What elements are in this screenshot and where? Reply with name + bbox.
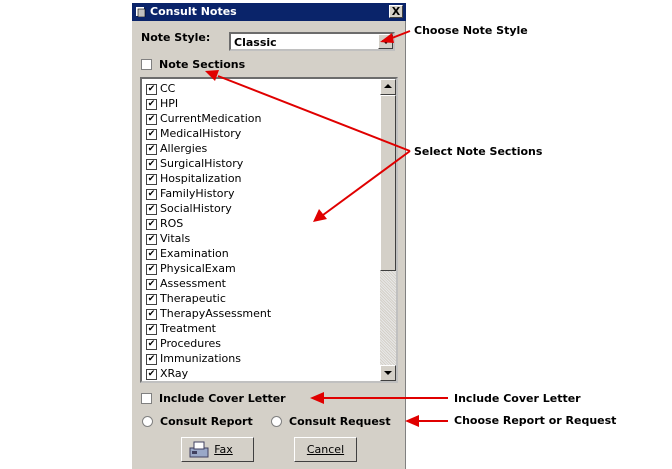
- arrowhead-icon: [205, 70, 219, 81]
- arrow-sections-1: [217, 75, 411, 152]
- arrow-sections-2: [322, 150, 411, 216]
- arrowhead-icon: [380, 33, 394, 43]
- annotation-note-sections: Select Note Sections: [414, 145, 543, 158]
- arrowhead-icon: [405, 415, 419, 427]
- arrow-note-style: [391, 30, 411, 39]
- arrowhead-icon: [310, 392, 324, 404]
- arrowhead-icon: [313, 209, 327, 222]
- annotation-note-style: Choose Note Style: [414, 24, 528, 37]
- annotation-report-request: Choose Report or Request: [454, 414, 617, 427]
- annotation-cover-letter: Include Cover Letter: [454, 392, 581, 405]
